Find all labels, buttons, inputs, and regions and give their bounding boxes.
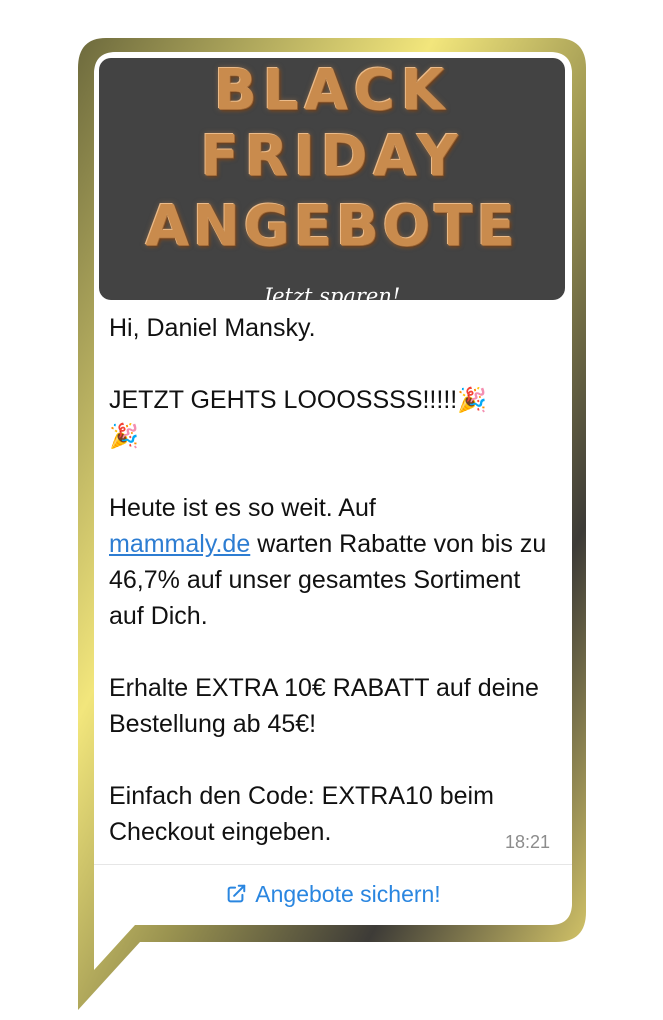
message-body: Hi, Daniel Mansky. JETZT GEHTS LOOOSSSS!… — [109, 310, 559, 850]
mammaly-link[interactable]: mammaly.de — [109, 530, 250, 558]
paragraph-offer: Heute ist es so weit. Auf mammaly.de wart… — [109, 494, 547, 630]
banner-subtitle: Jetzt sparen! — [263, 284, 401, 300]
paragraph-extra-discount: Erhalte EXTRA 10€ RABATT auf deine Beste… — [109, 674, 539, 738]
paragraph-code: Einfach den Code: EXTRA10 beim Checkout … — [109, 782, 494, 846]
banner-line-angebote: ANGEBOTE — [145, 194, 519, 259]
banner-line-black: BLACK — [213, 58, 451, 123]
headline-text: JETZT GEHTS LOOOSSSS!!!!!🎉 🎉 — [109, 386, 488, 450]
message-card: BLACK FRIDAY ANGEBOTE Jetzt sparen! Hi, … — [94, 52, 572, 925]
angebote-sichern-label: Angebote sichern! — [255, 880, 441, 907]
banner-line-friday: FRIDAY — [200, 124, 464, 189]
angebote-sichern-button[interactable]: Angebote sichern! — [94, 865, 572, 923]
greeting-text: Hi, Daniel Mansky. — [109, 314, 316, 342]
external-link-icon — [227, 884, 246, 903]
message-timestamp: 18:21 — [504, 832, 550, 852]
party-popper-icon: 🎉 — [457, 386, 488, 414]
party-popper-icon: 🎉 — [109, 422, 139, 450]
black-friday-banner[interactable]: BLACK FRIDAY ANGEBOTE Jetzt sparen! — [99, 58, 565, 300]
